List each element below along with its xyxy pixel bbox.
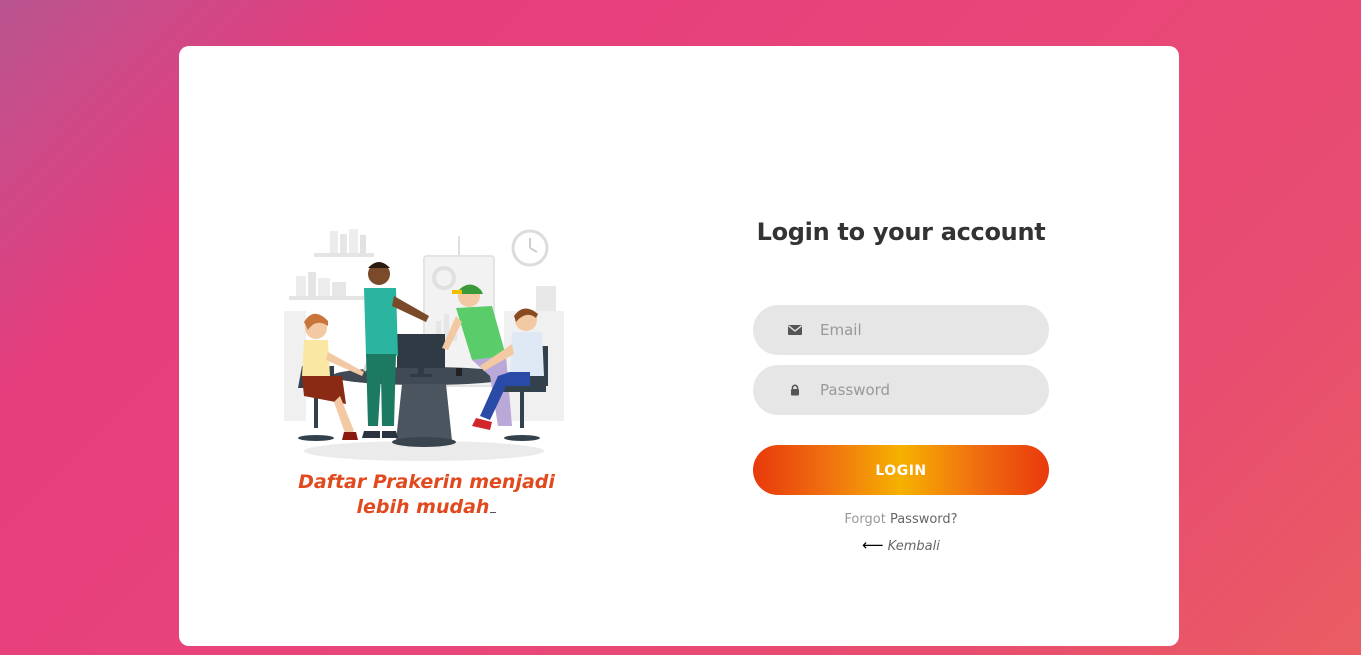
forgot-password-link[interactable]: Password? (890, 512, 958, 527)
tagline-line-1: Daftar Prakerin menjadi (298, 471, 555, 493)
tagline-line-2: lebih mudah (284, 495, 569, 520)
login-card: Daftar Prakerin menjadi lebih mudah Logi… (179, 46, 1179, 646)
typing-cursor (490, 512, 497, 513)
email-input[interactable] (820, 305, 1030, 355)
login-title: Login to your account (756, 218, 1046, 246)
password-field[interactable] (753, 365, 1049, 415)
envelope-icon (788, 325, 802, 335)
forgot-password: Forgot Password? (753, 512, 1049, 527)
team-illustration (284, 229, 564, 461)
back-link[interactable]: ⟵ Kembali (753, 536, 1049, 554)
back-label[interactable]: Kembali (888, 539, 940, 554)
login-button[interactable]: LOGIN (753, 445, 1049, 495)
tagline: Daftar Prakerin menjadi lebih mudah (284, 470, 569, 520)
lock-icon (791, 384, 799, 396)
password-input[interactable] (820, 365, 1030, 415)
tagline-line-2-text: lebih mudah (356, 496, 490, 518)
forgot-prefix: Forgot (844, 512, 886, 527)
arrow-left-icon: ⟵ (862, 536, 884, 554)
email-field[interactable] (753, 305, 1049, 355)
wall-clock (511, 229, 549, 267)
